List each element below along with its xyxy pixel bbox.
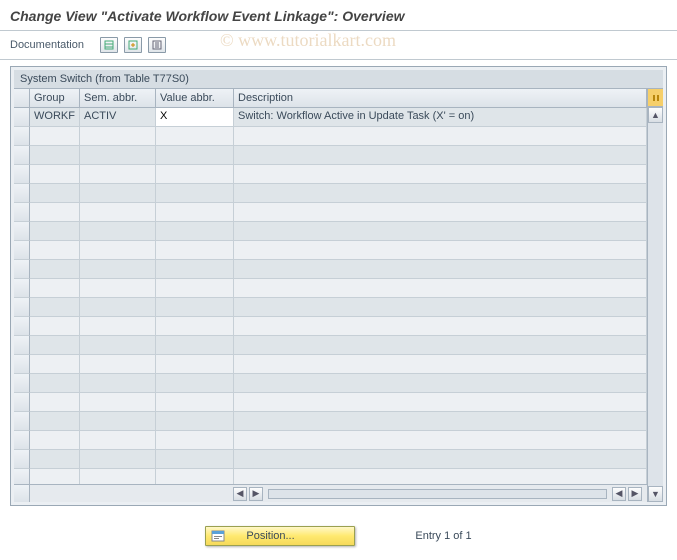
config-columns-icon[interactable] — [648, 89, 663, 107]
table-row[interactable] — [14, 146, 647, 165]
table-row[interactable] — [14, 222, 647, 241]
horizontal-scrollbar: ◀ ▶ ◀ ▶ — [14, 484, 647, 502]
panel: System Switch (from Table T77S0) Group S… — [10, 66, 667, 506]
table-row[interactable] — [14, 393, 647, 412]
table-row[interactable] — [14, 260, 647, 279]
table-row[interactable] — [14, 450, 647, 469]
scroll-down-icon[interactable]: ▼ — [648, 486, 663, 502]
toolbar-icon-1[interactable] — [100, 37, 118, 53]
divider — [0, 30, 677, 31]
table-row[interactable] — [14, 374, 647, 393]
col-header-val[interactable]: Value abbr. — [156, 89, 234, 107]
scroll-left-icon[interactable]: ◀ — [233, 487, 247, 501]
table-row[interactable] — [14, 412, 647, 431]
cell-group: WORKF — [30, 108, 80, 127]
table-row[interactable] — [14, 317, 647, 336]
row-selector-header — [14, 89, 30, 107]
cell-desc: Switch: Workflow Active in Update Task (… — [234, 108, 647, 127]
toolbar-icon-3[interactable] — [148, 37, 166, 53]
position-button[interactable]: Position... — [205, 526, 355, 546]
table-row[interactable] — [14, 336, 647, 355]
col-header-group[interactable]: Group — [30, 89, 80, 107]
table-row[interactable] — [14, 127, 647, 146]
position-icon — [210, 529, 226, 543]
table-row[interactable] — [14, 355, 647, 374]
scroll-left-icon[interactable]: ◀ — [612, 487, 626, 501]
toolbar: Documentation — [0, 33, 677, 57]
cell-val-input[interactable]: X — [156, 108, 234, 127]
grid-arrow-icon — [128, 40, 138, 50]
table-row[interactable] — [14, 203, 647, 222]
scroll-right-icon[interactable]: ▶ — [249, 487, 263, 501]
grid-header: Group Sem. abbr. Value abbr. Description — [14, 89, 647, 108]
grid-icon — [104, 40, 114, 50]
documentation-label: Documentation — [10, 39, 84, 51]
page-title: Change View "Activate Workflow Event Lin… — [0, 0, 677, 28]
table-row[interactable] — [14, 165, 647, 184]
divider — [0, 59, 677, 60]
row-selector[interactable] — [14, 108, 30, 127]
vertical-scrollbar: ▲ ▼ — [647, 89, 663, 502]
table-row[interactable] — [14, 241, 647, 260]
cell-sem: ACTIV — [80, 108, 156, 127]
footer: Position... Entry 1 of 1 — [0, 526, 677, 546]
scroll-right-icon[interactable]: ▶ — [628, 487, 642, 501]
col-header-sem[interactable]: Sem. abbr. — [80, 89, 156, 107]
entry-count-text: Entry 1 of 1 — [415, 530, 471, 542]
position-label: Position... — [246, 530, 294, 542]
table-row[interactable] — [14, 431, 647, 450]
grid-lines-icon — [152, 40, 162, 50]
scroll-track[interactable] — [268, 489, 607, 499]
table-row[interactable] — [14, 279, 647, 298]
table-row[interactable]: WORKF ACTIV X Switch: Workflow Active in… — [14, 108, 647, 127]
table-row[interactable] — [14, 184, 647, 203]
col-header-desc[interactable]: Description — [234, 89, 647, 107]
table-row[interactable] — [14, 469, 647, 484]
grid-body: WORKF ACTIV X Switch: Workflow Active in… — [14, 108, 647, 484]
scroll-track[interactable] — [648, 123, 663, 486]
panel-header: System Switch (from Table T77S0) — [14, 70, 663, 89]
scroll-up-icon[interactable]: ▲ — [648, 107, 663, 123]
table-row[interactable] — [14, 298, 647, 317]
toolbar-icon-2[interactable] — [124, 37, 142, 53]
